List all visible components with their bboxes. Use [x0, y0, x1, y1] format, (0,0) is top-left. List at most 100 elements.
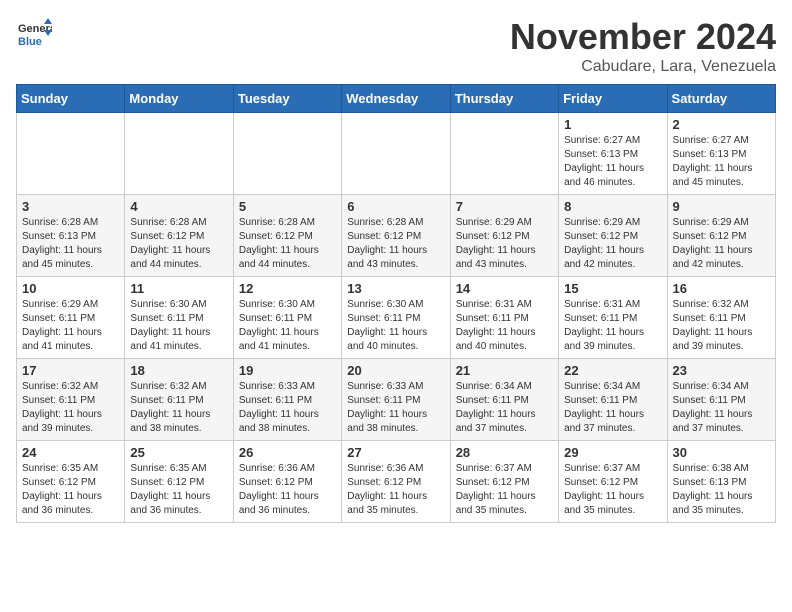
calendar-cell: 27 Sunrise: 6:36 AM Sunset: 6:12 PM Dayli… [342, 441, 450, 523]
month-title: November 2024 [510, 16, 776, 58]
day-info: Sunrise: 6:32 AM Sunset: 6:11 PM Dayligh… [22, 380, 119, 436]
calendar-cell [450, 113, 558, 195]
day-number: 10 [22, 281, 119, 296]
logo: General Blue [16, 16, 56, 52]
day-number: 19 [239, 363, 336, 378]
day-info: Sunrise: 6:30 AM Sunset: 6:11 PM Dayligh… [347, 298, 444, 354]
calendar-cell [342, 113, 450, 195]
day-info: Sunrise: 6:28 AM Sunset: 6:13 PM Dayligh… [22, 216, 119, 272]
day-number: 27 [347, 445, 444, 460]
calendar-cell: 6Sunrise: 6:28 AM Sunset: 6:12 PM Daylig… [342, 195, 450, 277]
calendar-cell: 2 Sunrise: 6:27 AM Sunset: 6:13 PM Daylig… [667, 113, 775, 195]
day-info: Sunrise: 6:34 AM Sunset: 6:11 PM Dayligh… [456, 380, 553, 436]
calendar-table: SundayMondayTuesdayWednesdayThursdayFrid… [16, 84, 776, 523]
page-header: General Blue November 2024 Cabudare, Lar… [16, 16, 776, 76]
day-info: Sunrise: 6:29 AM Sunset: 6:12 PM Dayligh… [456, 216, 553, 272]
day-info: Sunrise: 6:30 AM Sunset: 6:11 PM Dayligh… [130, 298, 227, 354]
day-number: 3 [22, 199, 119, 214]
weekday-header: Monday [125, 85, 233, 113]
calendar-cell: 22Sunrise: 6:34 AM Sunset: 6:11 PM Dayli… [559, 359, 667, 441]
calendar-cell: 10 Sunrise: 6:29 AM Sunset: 6:11 PM Dayli… [17, 277, 125, 359]
calendar-cell: 11Sunrise: 6:30 AM Sunset: 6:11 PM Dayli… [125, 277, 233, 359]
calendar-cell: 29Sunrise: 6:37 AM Sunset: 6:12 PM Dayli… [559, 441, 667, 523]
calendar-cell: 1 Sunrise: 6:27 AM Sunset: 6:13 PM Daylig… [559, 113, 667, 195]
calendar-cell: 16 Sunrise: 6:32 AM Sunset: 6:11 PM Dayli… [667, 277, 775, 359]
day-number: 29 [564, 445, 661, 460]
calendar-week-row: 3 Sunrise: 6:28 AM Sunset: 6:13 PM Daylig… [17, 195, 776, 277]
day-info: Sunrise: 6:32 AM Sunset: 6:11 PM Dayligh… [673, 298, 770, 354]
day-number: 18 [130, 363, 227, 378]
day-info: Sunrise: 6:35 AM Sunset: 6:12 PM Dayligh… [130, 462, 227, 518]
calendar-cell: 26 Sunrise: 6:36 AM Sunset: 6:12 PM Dayli… [233, 441, 341, 523]
day-number: 20 [347, 363, 444, 378]
day-info: Sunrise: 6:30 AM Sunset: 6:11 PM Dayligh… [239, 298, 336, 354]
weekday-header: Thursday [450, 85, 558, 113]
day-info: Sunrise: 6:36 AM Sunset: 6:12 PM Dayligh… [239, 462, 336, 518]
day-number: 24 [22, 445, 119, 460]
day-info: Sunrise: 6:28 AM Sunset: 6:12 PM Dayligh… [130, 216, 227, 272]
day-number: 28 [456, 445, 553, 460]
calendar-cell: 8 Sunrise: 6:29 AM Sunset: 6:12 PM Daylig… [559, 195, 667, 277]
calendar-cell: 15Sunrise: 6:31 AM Sunset: 6:11 PM Dayli… [559, 277, 667, 359]
calendar-cell [233, 113, 341, 195]
calendar-cell: 28 Sunrise: 6:37 AM Sunset: 6:12 PM Dayli… [450, 441, 558, 523]
calendar-cell: 19 Sunrise: 6:33 AM Sunset: 6:11 PM Dayli… [233, 359, 341, 441]
day-number: 23 [673, 363, 770, 378]
svg-text:Blue: Blue [18, 36, 42, 48]
day-number: 9 [673, 199, 770, 214]
day-info: Sunrise: 6:27 AM Sunset: 6:13 PM Dayligh… [673, 134, 770, 190]
day-info: Sunrise: 6:29 AM Sunset: 6:12 PM Dayligh… [673, 216, 770, 272]
day-number: 8 [564, 199, 661, 214]
calendar-cell: 20Sunrise: 6:33 AM Sunset: 6:11 PM Dayli… [342, 359, 450, 441]
day-number: 26 [239, 445, 336, 460]
calendar-week-row: 1 Sunrise: 6:27 AM Sunset: 6:13 PM Daylig… [17, 113, 776, 195]
day-info: Sunrise: 6:37 AM Sunset: 6:12 PM Dayligh… [456, 462, 553, 518]
day-number: 16 [673, 281, 770, 296]
weekday-header: Friday [559, 85, 667, 113]
day-number: 13 [347, 281, 444, 296]
calendar-cell: 12 Sunrise: 6:30 AM Sunset: 6:11 PM Dayli… [233, 277, 341, 359]
calendar-week-row: 24 Sunrise: 6:35 AM Sunset: 6:12 PM Dayli… [17, 441, 776, 523]
weekday-header: Saturday [667, 85, 775, 113]
calendar-cell: 30 Sunrise: 6:38 AM Sunset: 6:13 PM Dayli… [667, 441, 775, 523]
weekday-header-row: SundayMondayTuesdayWednesdayThursdayFrid… [17, 85, 776, 113]
calendar-cell: 24 Sunrise: 6:35 AM Sunset: 6:12 PM Dayli… [17, 441, 125, 523]
day-info: Sunrise: 6:29 AM Sunset: 6:12 PM Dayligh… [564, 216, 661, 272]
day-info: Sunrise: 6:27 AM Sunset: 6:13 PM Dayligh… [564, 134, 661, 190]
day-number: 12 [239, 281, 336, 296]
day-number: 2 [673, 117, 770, 132]
location: Cabudare, Lara, Venezuela [510, 58, 776, 76]
day-info: Sunrise: 6:34 AM Sunset: 6:11 PM Dayligh… [673, 380, 770, 436]
day-number: 22 [564, 363, 661, 378]
calendar-cell: 7 Sunrise: 6:29 AM Sunset: 6:12 PM Daylig… [450, 195, 558, 277]
calendar-cell: 4 Sunrise: 6:28 AM Sunset: 6:12 PM Daylig… [125, 195, 233, 277]
calendar-cell: 23 Sunrise: 6:34 AM Sunset: 6:11 PM Dayli… [667, 359, 775, 441]
calendar-cell: 18 Sunrise: 6:32 AM Sunset: 6:11 PM Dayli… [125, 359, 233, 441]
day-info: Sunrise: 6:35 AM Sunset: 6:12 PM Dayligh… [22, 462, 119, 518]
day-info: Sunrise: 6:29 AM Sunset: 6:11 PM Dayligh… [22, 298, 119, 354]
day-number: 4 [130, 199, 227, 214]
calendar-week-row: 17Sunrise: 6:32 AM Sunset: 6:11 PM Dayli… [17, 359, 776, 441]
day-number: 30 [673, 445, 770, 460]
weekday-header: Tuesday [233, 85, 341, 113]
day-info: Sunrise: 6:33 AM Sunset: 6:11 PM Dayligh… [239, 380, 336, 436]
calendar-cell: 9 Sunrise: 6:29 AM Sunset: 6:12 PM Daylig… [667, 195, 775, 277]
day-number: 1 [564, 117, 661, 132]
day-info: Sunrise: 6:32 AM Sunset: 6:11 PM Dayligh… [130, 380, 227, 436]
day-number: 14 [456, 281, 553, 296]
logo-icon: General Blue [16, 16, 52, 52]
day-number: 7 [456, 199, 553, 214]
day-number: 21 [456, 363, 553, 378]
calendar-cell [125, 113, 233, 195]
day-info: Sunrise: 6:36 AM Sunset: 6:12 PM Dayligh… [347, 462, 444, 518]
day-info: Sunrise: 6:31 AM Sunset: 6:11 PM Dayligh… [564, 298, 661, 354]
calendar-cell: 17Sunrise: 6:32 AM Sunset: 6:11 PM Dayli… [17, 359, 125, 441]
calendar-cell: 13 Sunrise: 6:30 AM Sunset: 6:11 PM Dayli… [342, 277, 450, 359]
calendar-week-row: 10 Sunrise: 6:29 AM Sunset: 6:11 PM Dayli… [17, 277, 776, 359]
calendar-cell: 3 Sunrise: 6:28 AM Sunset: 6:13 PM Daylig… [17, 195, 125, 277]
calendar-cell: 5Sunrise: 6:28 AM Sunset: 6:12 PM Daylig… [233, 195, 341, 277]
weekday-header: Sunday [17, 85, 125, 113]
calendar-cell: 14Sunrise: 6:31 AM Sunset: 6:11 PM Dayli… [450, 277, 558, 359]
day-info: Sunrise: 6:38 AM Sunset: 6:13 PM Dayligh… [673, 462, 770, 518]
day-number: 6 [347, 199, 444, 214]
